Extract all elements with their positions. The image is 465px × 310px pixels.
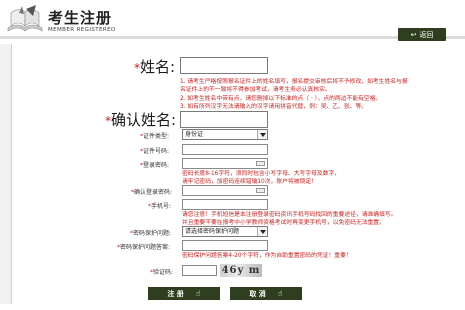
security-answer-note: 密码保护问题答案4-20个字符，作为自助重置密码的凭证！重要！ (182, 253, 352, 259)
security-answer-label: *密码保护问题答案: (117, 244, 171, 251)
header-divider (0, 36, 465, 39)
page-subtitle: MEMBER REGISTERED (48, 27, 116, 33)
confirm-name-label-text: 确认姓名: (111, 111, 177, 129)
name-label-text: 姓名: (140, 58, 176, 76)
captcha-input[interactable] (182, 265, 217, 276)
phone-label: *手机号: (148, 203, 172, 210)
book-logo-icon (7, 5, 43, 32)
back-button-label: 返回 (419, 30, 434, 39)
confirm-password-input[interactable] (182, 185, 268, 196)
name-note-2: 名证件上的不一致将不得参加考试，请考生务必认真核实。 (180, 87, 331, 94)
chevron-down-icon (257, 130, 267, 139)
register-button-label: 注 册 (167, 289, 184, 298)
register-button[interactable]: 注 册 ☝ (148, 287, 220, 300)
name-label: *姓名: (134, 56, 175, 77)
name-notes: 1. 请考生严格按照报名证件上的姓名填写，报名提交审核后将不予修改，如考生姓名与… (180, 78, 462, 111)
id-type-label-text: 证件类型: (143, 133, 170, 140)
security-question-label: *密码保护问题: (130, 230, 172, 237)
password-label-text: 登录密码: (143, 162, 170, 169)
chevron-down-icon (257, 227, 267, 236)
password-note-1: 密码长度8-16字符，须同时包含小写字母、大写字母及数字， (182, 171, 341, 177)
page-title: 考生注册 (48, 9, 113, 27)
phone-input[interactable] (182, 199, 268, 210)
phone-note-1: 请您注意！手机短信是本注册登录密码资讯手机号码找回的重要途径，请准确填写。 (182, 212, 397, 218)
id-type-label: *证件类型: (140, 133, 170, 140)
password-label: *登录密码: (140, 162, 170, 169)
id-type-value: 身份证 (185, 131, 204, 138)
confirm-name-label: *确认姓名: (105, 109, 176, 130)
pointing-hand-icon: ☝ (277, 289, 283, 298)
phone-label-text: 手机号: (151, 203, 172, 210)
cancel-button[interactable]: 取 消 ☝ (230, 287, 302, 300)
confirm-name-input[interactable] (180, 111, 268, 128)
name-note-1: 1. 请考生严格按照报名证件上的姓名填写，报名提交审核后将不予修改，如考生姓名与… (180, 79, 408, 85)
name-note-3: 2. 如考生姓名中带有点，请您删掉以下标准的点（ · ），点的两边不能有空格。 (180, 95, 382, 102)
id-number-input[interactable] (182, 144, 268, 155)
return-arrow-icon: ↩ (410, 30, 417, 39)
name-note-4: 3. 如有所列汉字无法请输入的汉字请用拼音代替，例：吴、乙、张、等。 (180, 103, 368, 110)
security-question-value: 请选择密码保护问题 (185, 228, 240, 235)
security-question-select[interactable]: 请选择密码保护问题 (182, 226, 268, 237)
id-type-select[interactable]: 身份证 (182, 129, 268, 140)
left-side-strip (0, 44, 12, 304)
security-question-label-text: 密码保护问题: (133, 230, 172, 237)
security-answer-label-text: 密码保护问题答案: (120, 244, 171, 251)
confirm-password-label: *确认登录密码: (131, 189, 173, 196)
cancel-button-label: 取 消 (249, 289, 266, 298)
page-header: 考生注册 MEMBER REGISTERED ↩ 返回 (0, 0, 465, 41)
keyboard-icon[interactable] (256, 188, 265, 193)
password-input[interactable] (182, 158, 268, 169)
back-button[interactable]: ↩ 返回 (398, 28, 446, 41)
keyboard-icon[interactable] (256, 161, 265, 166)
id-number-label: *证件号码: (140, 148, 170, 155)
confirm-password-label-text: 确认登录密码: (134, 189, 173, 196)
security-answer-input[interactable] (182, 240, 268, 251)
id-number-label-text: 证件号码: (143, 148, 170, 155)
pointing-hand-icon: ☝ (195, 289, 201, 298)
captcha-label: *验证码: (150, 269, 174, 276)
captcha-image[interactable]: 46y m (220, 264, 262, 277)
captcha-label-text: 验证码: (153, 269, 174, 276)
name-input[interactable] (180, 57, 268, 74)
